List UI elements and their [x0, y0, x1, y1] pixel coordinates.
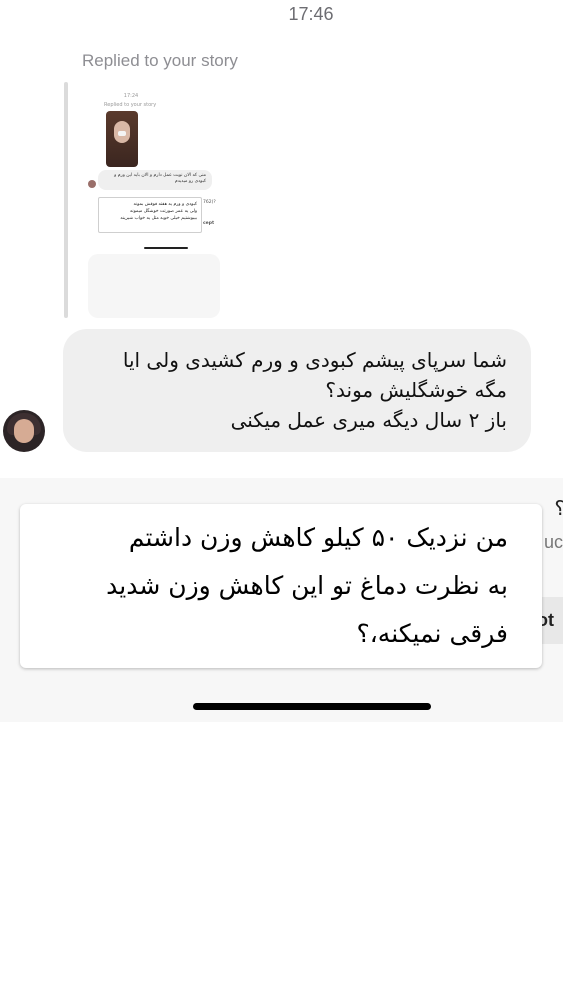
story-thumbnail[interactable]: 17:24 Replied to your story منی که الان … — [76, 82, 236, 318]
thumb-time: 17:24 — [123, 93, 139, 99]
thumb-story-photo — [106, 111, 138, 167]
story-reply-label: Replied to your story — [82, 51, 238, 70]
caption-line: من نزدیک ۵۰ کیلو کاهش وزن داشتم — [128, 523, 508, 552]
home-indicator — [193, 703, 431, 710]
message-line: شما سرپای پیشم کبودی و ورم کشیدی ولی ایا — [122, 348, 507, 372]
thumb-overlay-line: ولی یه عمر صورتت خوشگل میمونه — [129, 209, 197, 214]
thumb-side-text: 762)? cept — [203, 199, 216, 227]
avatar-face — [14, 419, 34, 443]
caption-box: من نزدیک ۵۰ کیلو کاهش وزن داشتم به نظرت … — [20, 504, 542, 668]
background-fragment: ؟ — [554, 496, 563, 520]
message-bubble[interactable]: شما سرپای پیشم کبودی و ورم کشیدی ولی ایا… — [63, 329, 531, 452]
status-time: 17:46 — [288, 4, 334, 24]
message-line: باز ۲ سال دیگه میری عمل میکنی — [230, 408, 507, 432]
chat-area: 17:46 Replied to your story 17:24 Replie… — [0, 0, 563, 478]
thumb-accept-label: cept — [203, 221, 215, 226]
caption-line: به نظرت دماغ تو این کاهش وزن شدید — [106, 571, 508, 600]
thumb-message-bubble: منی که الان نوبت عمل دارم و الان باید ای… — [98, 170, 212, 190]
thumb-nose-bandage — [118, 131, 126, 136]
story-reply-bar — [64, 82, 68, 318]
caption-line: فرقی نمیکنه،؟ — [356, 619, 508, 648]
thumb-replied-label: Replied to your story — [104, 102, 157, 108]
thumb-avatar — [88, 180, 96, 188]
sender-avatar[interactable] — [3, 410, 45, 452]
background-fragment: uc — [543, 532, 563, 552]
thumb-bottom-card — [88, 254, 220, 318]
thumb-overlay-line: کبودی و ورم یه هفته فوقش بمونه — [133, 202, 197, 207]
thumb-side-text-line: 762)? — [203, 200, 216, 205]
thumb-caption-overlay: کبودی و ورم یه هفته فوقش بمونه ولی یه عم… — [98, 197, 202, 233]
message-line: مگه خوشگلیش موند؟ — [325, 378, 507, 402]
blank-area — [0, 722, 563, 1000]
thumb-overlay-line: بیبوشتیم خیلی خوبه مثل یه خواب شیرینه — [120, 216, 197, 221]
thumb-home-indicator — [144, 247, 188, 249]
